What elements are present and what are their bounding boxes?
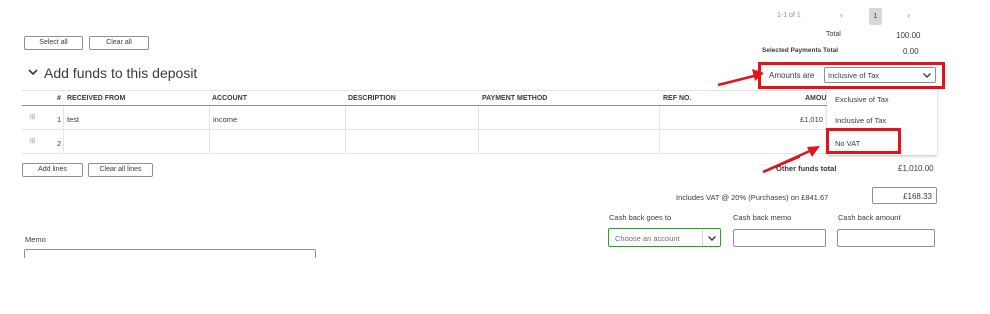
clear-all-button[interactable]: Clear all [89, 36, 149, 50]
add-lines-button[interactable]: Add lines [22, 163, 83, 177]
next-page-icon[interactable]: › [907, 10, 910, 20]
cash-back-goes-to-label: Cash back goes to [609, 213, 672, 222]
col-received-from: RECEIVED FROM [67, 95, 126, 102]
select-all-button[interactable]: Select all [24, 36, 83, 50]
row-number: 1 [57, 115, 62, 124]
cash-back-account-placeholder: Choose an account [615, 234, 680, 243]
col-account: ACCOUNT [212, 95, 247, 102]
chevron-down-icon[interactable] [27, 66, 39, 78]
page-number-button[interactable]: 1 [869, 8, 882, 25]
account-cell[interactable]: income [213, 115, 237, 124]
vat-amount-value: £168.33 [903, 192, 932, 201]
cash-back-amount-input[interactable] [837, 229, 935, 247]
prev-page-icon[interactable]: ‹ [840, 10, 843, 20]
clear-all-lines-button[interactable]: Clear all lines [88, 163, 153, 177]
received-from-cell[interactable]: test [67, 115, 79, 124]
cash-back-account-select[interactable]: Choose an account [608, 228, 721, 247]
memo-input[interactable] [24, 249, 316, 258]
cash-back-amount-label: Cash back amount [838, 213, 901, 222]
drag-handle-icon[interactable]: ⊞ [29, 112, 36, 121]
pagination-range: 1-1 of 1 [777, 12, 801, 19]
selected-payments-value: 0.00 [903, 47, 919, 56]
col-description: DESCRIPTION [348, 95, 396, 102]
selected-payments-label: Selected Payments Total [762, 47, 839, 54]
col-payment-method: PAYMENT METHOD [482, 95, 548, 102]
col-amount: AMOU [805, 95, 827, 102]
amount-cell[interactable]: £1,010 [800, 115, 823, 124]
col-ref-no: REF NO. [663, 95, 692, 102]
total-value: 100.00 [896, 31, 921, 40]
cash-back-memo-input[interactable] [733, 229, 826, 247]
total-label: Total [826, 31, 841, 38]
section-title: Add funds to this deposit [44, 65, 198, 81]
vat-amount-field[interactable]: £168.33 [872, 187, 937, 204]
drag-handle-icon[interactable]: ⊞ [29, 136, 36, 145]
chevron-down-icon [707, 233, 717, 243]
annotation-box [826, 128, 901, 154]
other-funds-value: £1,010.00 [898, 164, 934, 173]
option-inclusive-of-tax[interactable]: Inclusive of Tax [835, 116, 886, 125]
row-number: 2 [57, 139, 62, 148]
other-funds-label: Other funds total [776, 164, 837, 173]
col-number: # [57, 95, 61, 102]
memo-label: Memo [25, 235, 46, 244]
cash-back-memo-label: Cash back memo [733, 213, 792, 222]
option-exclusive-of-tax[interactable]: Exclusive of Tax [835, 95, 889, 104]
vat-summary: Includes VAT @ 20% (Purchases) on £841.6… [676, 193, 829, 202]
